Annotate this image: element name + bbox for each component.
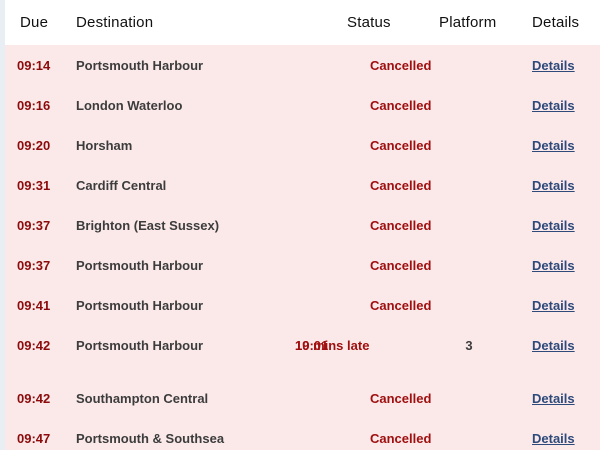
destination: Portsmouth Harbour bbox=[76, 298, 204, 313]
details-link[interactable]: Details bbox=[532, 338, 575, 353]
due-time: 09:42 bbox=[17, 338, 51, 353]
status-text: Cancelled bbox=[370, 98, 432, 113]
column-header-platform: Platform bbox=[439, 14, 497, 31]
details-link[interactable]: Details bbox=[532, 298, 575, 313]
status-text: Cancelled bbox=[370, 178, 432, 193]
destination: Portsmouth & Southsea bbox=[76, 431, 225, 446]
column-header-details: Details bbox=[532, 14, 580, 31]
destination: London Waterloo bbox=[76, 98, 183, 113]
destination: Portsmouth Harbour bbox=[76, 58, 204, 73]
due-time: 09:20 bbox=[17, 138, 51, 153]
column-header-due: Due bbox=[20, 14, 49, 31]
destination: Portsmouth Harbour bbox=[76, 338, 204, 353]
details-link[interactable]: Details bbox=[532, 98, 575, 113]
due-time: 09:41 bbox=[17, 298, 51, 313]
column-header-status: Status bbox=[347, 14, 391, 31]
details-link[interactable]: Details bbox=[532, 258, 575, 273]
due-time: 09:37 bbox=[17, 218, 51, 233]
details-link[interactable]: Details bbox=[532, 178, 575, 193]
column-header-destination: Destination bbox=[76, 14, 154, 31]
delay-note: 19 mins late bbox=[295, 338, 370, 353]
table-header: Due Destination Status Platform Details bbox=[5, 0, 600, 45]
details-link[interactable]: Details bbox=[532, 391, 575, 406]
status-text: Cancelled bbox=[370, 431, 432, 446]
destination: Horsham bbox=[76, 138, 133, 153]
destination: Cardiff Central bbox=[76, 178, 167, 193]
status-text: Cancelled bbox=[370, 138, 432, 153]
platform: 3 bbox=[465, 338, 473, 353]
details-link[interactable]: Details bbox=[532, 58, 575, 73]
destination: Southampton Central bbox=[76, 391, 209, 406]
details-link[interactable]: Details bbox=[532, 218, 575, 233]
departures-board: Due Destination Status Platform Details … bbox=[5, 0, 600, 450]
status-text: Cancelled bbox=[370, 298, 432, 313]
due-time: 09:14 bbox=[17, 58, 51, 73]
departures-table-body: 09:14 Portsmouth Harbour Cancelled Detai… bbox=[5, 45, 600, 450]
due-time: 09:47 bbox=[17, 431, 51, 446]
status-text: Cancelled bbox=[370, 58, 432, 73]
due-time: 09:37 bbox=[17, 258, 51, 273]
status-text: Cancelled bbox=[370, 218, 432, 233]
destination: Portsmouth Harbour bbox=[76, 258, 204, 273]
status-text: Cancelled bbox=[370, 258, 432, 273]
due-time: 09:16 bbox=[17, 98, 51, 113]
details-link[interactable]: Details bbox=[532, 431, 575, 446]
due-time: 09:31 bbox=[17, 178, 51, 193]
status-text: Cancelled bbox=[370, 391, 432, 406]
destination: Brighton (East Sussex) bbox=[76, 218, 220, 233]
due-time: 09:42 bbox=[17, 391, 51, 406]
details-link[interactable]: Details bbox=[532, 138, 575, 153]
